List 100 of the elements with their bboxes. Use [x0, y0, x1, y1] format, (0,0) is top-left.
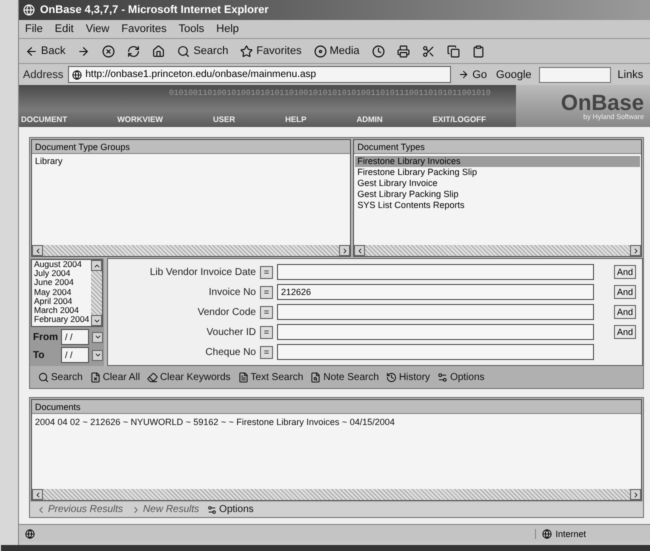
- list-item[interactable]: April 2004: [32, 296, 91, 306]
- keyword-field[interactable]: 212626: [277, 284, 594, 300]
- window-title: OnBase 4,3,7,7 - Microsoft Internet Explorer: [40, 4, 269, 16]
- dropdown-icon[interactable]: [92, 332, 103, 342]
- security-zone: Internet: [535, 528, 646, 538]
- scroll-left-icon[interactable]: [32, 245, 43, 256]
- scroll-right-icon[interactable]: [339, 245, 350, 256]
- google-button[interactable]: Google: [494, 68, 534, 80]
- refresh-icon: [127, 44, 140, 58]
- horizontal-scrollbar[interactable]: [32, 245, 350, 256]
- action-button[interactable]: Options: [437, 372, 485, 382]
- menu-item[interactable]: View: [86, 23, 110, 35]
- keyword-field[interactable]: [277, 264, 594, 280]
- action-button[interactable]: History: [386, 372, 430, 382]
- list-item[interactable]: Library: [33, 156, 350, 167]
- copy-button[interactable]: [444, 44, 462, 58]
- page-icon: [72, 70, 82, 80]
- date-label: From: [33, 332, 58, 342]
- copy-icon: [446, 44, 460, 58]
- action-button[interactable]: Options: [207, 504, 254, 515]
- document-row[interactable]: 2004 04 02 ~ 212626 ~ NYUWORLD ~ 59162 ~ ~ Firestone Library Invoices ~ 04/15/2004: [35, 417, 638, 427]
- action-button[interactable]: Clear Keywords: [146, 372, 231, 382]
- horizontal-scrollbar[interactable]: [32, 489, 641, 500]
- date-list[interactable]: August 2004 July 2004 June 2004 May 2004 April 2004 March 2004 February 2004: [31, 259, 103, 327]
- list-item[interactable]: August 2004: [32, 260, 91, 270]
- operator-button[interactable]: =: [260, 286, 273, 298]
- operator-button[interactable]: =: [260, 326, 273, 338]
- options-icon: [207, 504, 218, 514]
- scroll-right-icon[interactable]: [630, 245, 641, 256]
- go-button[interactable]: Go: [456, 68, 490, 80]
- list-item[interactable]: June 2004: [32, 278, 91, 288]
- action-button[interactable]: Text Search: [238, 372, 304, 382]
- scissors-icon: [422, 44, 435, 58]
- operator-button[interactable]: =: [260, 266, 273, 278]
- keyword-label: Invoice No: [208, 286, 256, 298]
- list-item[interactable]: May 2004: [32, 288, 91, 297]
- toolbar-button[interactable]: Favorites: [238, 44, 304, 58]
- list-item[interactable]: SYS List Contents Reports: [355, 200, 640, 211]
- star-icon: [240, 44, 254, 58]
- keyword-label: Lib Vendor Invoice Date: [148, 266, 256, 278]
- and-button[interactable]: And: [614, 265, 636, 279]
- nav-link[interactable]: DOCUMENT: [21, 115, 68, 124]
- binary-pattern: 0101001101001010010101011010010101010101001101011100110101011001010: [168, 89, 492, 98]
- action-button[interactable]: Search: [38, 372, 83, 382]
- menu-item[interactable]: Favorites: [121, 23, 167, 35]
- nav-link[interactable]: HELP: [285, 115, 306, 124]
- nav-link[interactable]: ADMIN: [356, 115, 383, 124]
- nav-link[interactable]: USER: [212, 115, 236, 124]
- globe-icon: [542, 528, 552, 538]
- nav-link[interactable]: EXIT/LOGOFF: [432, 115, 486, 124]
- scroll-right-icon[interactable]: [630, 489, 641, 500]
- list-item[interactable]: Gest Library Packing Slip: [355, 189, 640, 200]
- menu-item[interactable]: Help: [216, 23, 239, 35]
- printer-button[interactable]: [394, 44, 412, 58]
- list-item[interactable]: February 2004: [32, 315, 91, 324]
- action-button[interactable]: Note Search: [310, 372, 379, 382]
- back-arrow-icon: [25, 44, 38, 58]
- google-search-field[interactable]: [538, 66, 611, 82]
- and-button[interactable]: And: [614, 325, 636, 339]
- operator-button[interactable]: =: [260, 346, 273, 358]
- scroll-down-icon[interactable]: [91, 315, 102, 326]
- menu-item[interactable]: Edit: [54, 23, 74, 35]
- search-icon: [38, 372, 49, 382]
- menu-item[interactable]: File: [25, 23, 43, 35]
- stop-button[interactable]: [100, 44, 118, 58]
- clear-icon: [90, 372, 101, 382]
- links-button[interactable]: Links: [616, 68, 646, 80]
- options-icon: [437, 372, 448, 382]
- panel-header: Document Type Groups: [32, 140, 350, 154]
- vertical-scrollbar[interactable]: [91, 260, 102, 326]
- toolbar-button[interactable]: Back: [23, 44, 68, 58]
- date-label: To: [33, 350, 46, 360]
- menu-item[interactable]: Tools: [178, 23, 204, 35]
- operator-button[interactable]: =: [260, 306, 273, 318]
- horizontal-scrollbar[interactable]: [354, 245, 641, 256]
- history-icon: [386, 372, 397, 382]
- dropdown-icon[interactable]: [92, 350, 103, 360]
- list-item[interactable]: Firestone Library Invoices: [355, 156, 640, 167]
- and-button[interactable]: And: [614, 285, 636, 299]
- list-item[interactable]: Firestone Library Packing Slip: [355, 167, 640, 178]
- toolbar-button[interactable]: Search: [175, 44, 230, 58]
- date-field[interactable]: / /: [61, 329, 89, 345]
- scroll-left-icon[interactable]: [32, 489, 43, 500]
- scroll-left-icon[interactable]: [354, 245, 366, 256]
- nav-link[interactable]: WORKVIEW: [117, 115, 163, 124]
- keyword-field[interactable]: [277, 324, 594, 340]
- action-button[interactable]: Clear All: [90, 372, 140, 382]
- list-item[interactable]: July 2004: [32, 269, 91, 278]
- date-field[interactable]: / /: [61, 347, 89, 363]
- keyword-field[interactable]: [277, 344, 594, 360]
- page-icon: [25, 528, 35, 538]
- keyword-label: Voucher ID: [206, 326, 256, 338]
- toolbar-button[interactable]: Media: [312, 44, 362, 58]
- keyword-field[interactable]: [277, 304, 594, 320]
- clock-button[interactable]: [370, 44, 387, 58]
- and-button[interactable]: And: [614, 305, 636, 319]
- list-item[interactable]: March 2004: [32, 306, 91, 316]
- scroll-up-icon[interactable]: [91, 260, 102, 271]
- list-item[interactable]: Gest Library Invoice: [355, 178, 640, 189]
- address-field[interactable]: http://onbase1.princeton.edu/onbase/mainmenu.asp: [68, 66, 452, 83]
